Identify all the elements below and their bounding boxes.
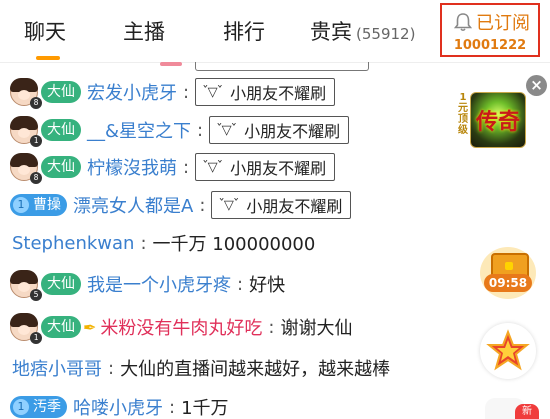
partial-message-bubble — [195, 62, 369, 71]
colon: : — [197, 119, 204, 141]
new-badge: 新 — [515, 404, 539, 419]
colon: : — [183, 156, 190, 178]
chat-message: 1 大仙 __&星空之下 : ˇ▽ˇ 小朋友不耀刷 — [10, 110, 350, 150]
badge-level: 1 — [13, 197, 29, 213]
tab-chat[interactable]: 聊天 — [24, 16, 66, 46]
username[interactable]: 哈喽小虎牙 — [73, 394, 163, 419]
badge-label: 汚季 — [33, 399, 61, 415]
message-text: 小朋友不耀刷 — [230, 159, 327, 178]
fan-badge: 1 曹操 — [10, 194, 67, 216]
message-text: 谢谢大仙 — [280, 318, 353, 339]
colon: : — [183, 81, 190, 103]
badge-label: 曹操 — [33, 197, 61, 213]
subscribe-button[interactable]: 已订阅 10001222 — [440, 3, 540, 57]
emote-message: ˇ▽ˇ 小朋友不耀刷 — [211, 191, 352, 219]
fan-badge: 大仙 — [41, 316, 81, 338]
level-badge: 1 — [30, 135, 42, 147]
username[interactable]: 米粉没有牛肉丸好吃 — [100, 314, 262, 340]
vip-count: (55912) — [356, 25, 416, 43]
message-text: 1千万 — [181, 398, 229, 419]
username[interactable]: 柠檬沒我萌 — [87, 154, 177, 180]
tab-bar: 聊天 主播 排行 贵宾 (55912) 已订阅 10001222 — [0, 0, 550, 63]
partial-username — [160, 62, 182, 66]
colon: : — [199, 194, 206, 216]
username[interactable]: Stephenkwan — [12, 233, 134, 254]
emoticon-icon: ˇ▽ˇ — [218, 197, 239, 213]
tab-streamer-label: 主播 — [123, 20, 165, 44]
active-tab-indicator — [36, 56, 60, 60]
treasure-chest-button[interactable]: 09:58 — [480, 247, 536, 299]
chest-timer: 09:58 — [484, 274, 532, 292]
chat-message: 8 大仙 柠檬沒我萌 : ˇ▽ˇ 小朋友不耀刷 — [10, 147, 336, 187]
message-text: 一千万 100000000 — [152, 234, 316, 255]
chat-message: Stephenkwan : 一千万 100000000 — [12, 223, 315, 263]
bell-icon — [454, 13, 472, 32]
message-text: 大仙的直播间越来越好，越来越棒 — [120, 359, 391, 380]
message-text: 小朋友不耀刷 — [244, 122, 341, 141]
emoticon-icon: ˇ▽ˇ — [202, 159, 223, 175]
colon: : — [140, 232, 147, 254]
star-activity-button[interactable] — [480, 323, 536, 379]
user-avatar[interactable]: 1 — [10, 116, 42, 147]
tab-chat-label: 聊天 — [24, 20, 66, 44]
subscribe-label: 已订阅 — [476, 13, 530, 34]
subscriber-count: 10001222 — [453, 38, 527, 53]
chat-list[interactable]: 8 大仙 宏发小虎牙 : ˇ▽ˇ 小朋友不耀刷 1 大仙 __&星空之下 : ˇ▽… — [0, 62, 478, 419]
chat-message: 1 汚季 哈喽小虎牙 : 1千万 — [10, 387, 229, 419]
username[interactable]: __&星空之下 — [87, 117, 191, 143]
username[interactable]: 地痞小哥哥 — [12, 355, 102, 381]
message-text: 小朋友不耀刷 — [246, 197, 343, 216]
fan-badge: 大仙 — [41, 119, 81, 141]
fan-badge: 大仙 — [41, 273, 81, 295]
colon: : — [268, 316, 275, 338]
pen-icon: ✒ — [83, 317, 97, 337]
fan-badge: 大仙 — [41, 156, 81, 178]
message-text: 小朋友不耀刷 — [230, 84, 327, 103]
user-avatar[interactable]: 8 — [10, 153, 42, 184]
ad-title: 传奇 — [476, 110, 521, 135]
colon: : — [108, 357, 115, 379]
fan-badge: 大仙 — [41, 81, 81, 103]
tab-vip[interactable]: 贵宾 (55912) — [310, 16, 415, 46]
chat-message: 地痞小哥哥 : 大仙的直播间越来越好，越来越棒 — [12, 348, 390, 388]
colon: : — [237, 273, 244, 295]
chat-message: 1 大仙 ✒ 米粉没有牛肉丸好吃 : 谢谢大仙 — [10, 307, 352, 347]
badge-level: 1 — [13, 399, 29, 415]
chat-message: 8 大仙 宏发小虎牙 : ˇ▽ˇ 小朋友不耀刷 — [10, 72, 336, 112]
emote-message: ˇ▽ˇ 小朋友不耀刷 — [195, 78, 336, 106]
username[interactable]: 宏发小虎牙 — [87, 79, 177, 105]
chat-message: 5 大仙 我是一个小虎牙疼 : 好快 — [10, 264, 285, 304]
user-avatar[interactable]: 8 — [10, 78, 42, 109]
username[interactable]: 我是一个小虎牙疼 — [87, 271, 231, 297]
user-avatar[interactable]: 5 — [10, 270, 42, 301]
level-badge: 8 — [30, 172, 42, 184]
chat-message: 1 曹操 漂亮女人都是A : ˇ▽ˇ 小朋友不耀刷 — [10, 185, 352, 225]
emoticon-icon: ˇ▽ˇ — [216, 122, 237, 138]
emoticon-icon: ˇ▽ˇ — [202, 84, 223, 100]
ad-side-text: 1元顶级 — [458, 92, 468, 136]
message-text: 好快 — [249, 275, 286, 296]
close-ad-button[interactable]: × — [526, 75, 547, 96]
star-icon — [486, 329, 530, 371]
game-ad-banner[interactable]: 1元顶级 传奇 — [456, 90, 526, 152]
emote-message: ˇ▽ˇ 小朋友不耀刷 — [195, 153, 336, 181]
username[interactable]: 漂亮女人都是A — [73, 192, 193, 218]
close-icon: × — [530, 76, 543, 94]
tab-ranking[interactable]: 排行 — [223, 16, 265, 46]
colon: : — [169, 396, 176, 418]
fan-badge: 1 汚季 — [10, 396, 67, 418]
level-badge: 5 — [30, 289, 42, 301]
emote-message: ˇ▽ˇ 小朋友不耀刷 — [209, 116, 350, 144]
level-badge: 8 — [30, 97, 42, 109]
tab-vip-label: 贵宾 — [310, 20, 352, 44]
tab-ranking-label: 排行 — [223, 20, 265, 44]
level-badge: 1 — [30, 332, 42, 344]
user-avatar[interactable]: 1 — [10, 313, 42, 344]
tab-streamer[interactable]: 主播 — [123, 16, 165, 46]
